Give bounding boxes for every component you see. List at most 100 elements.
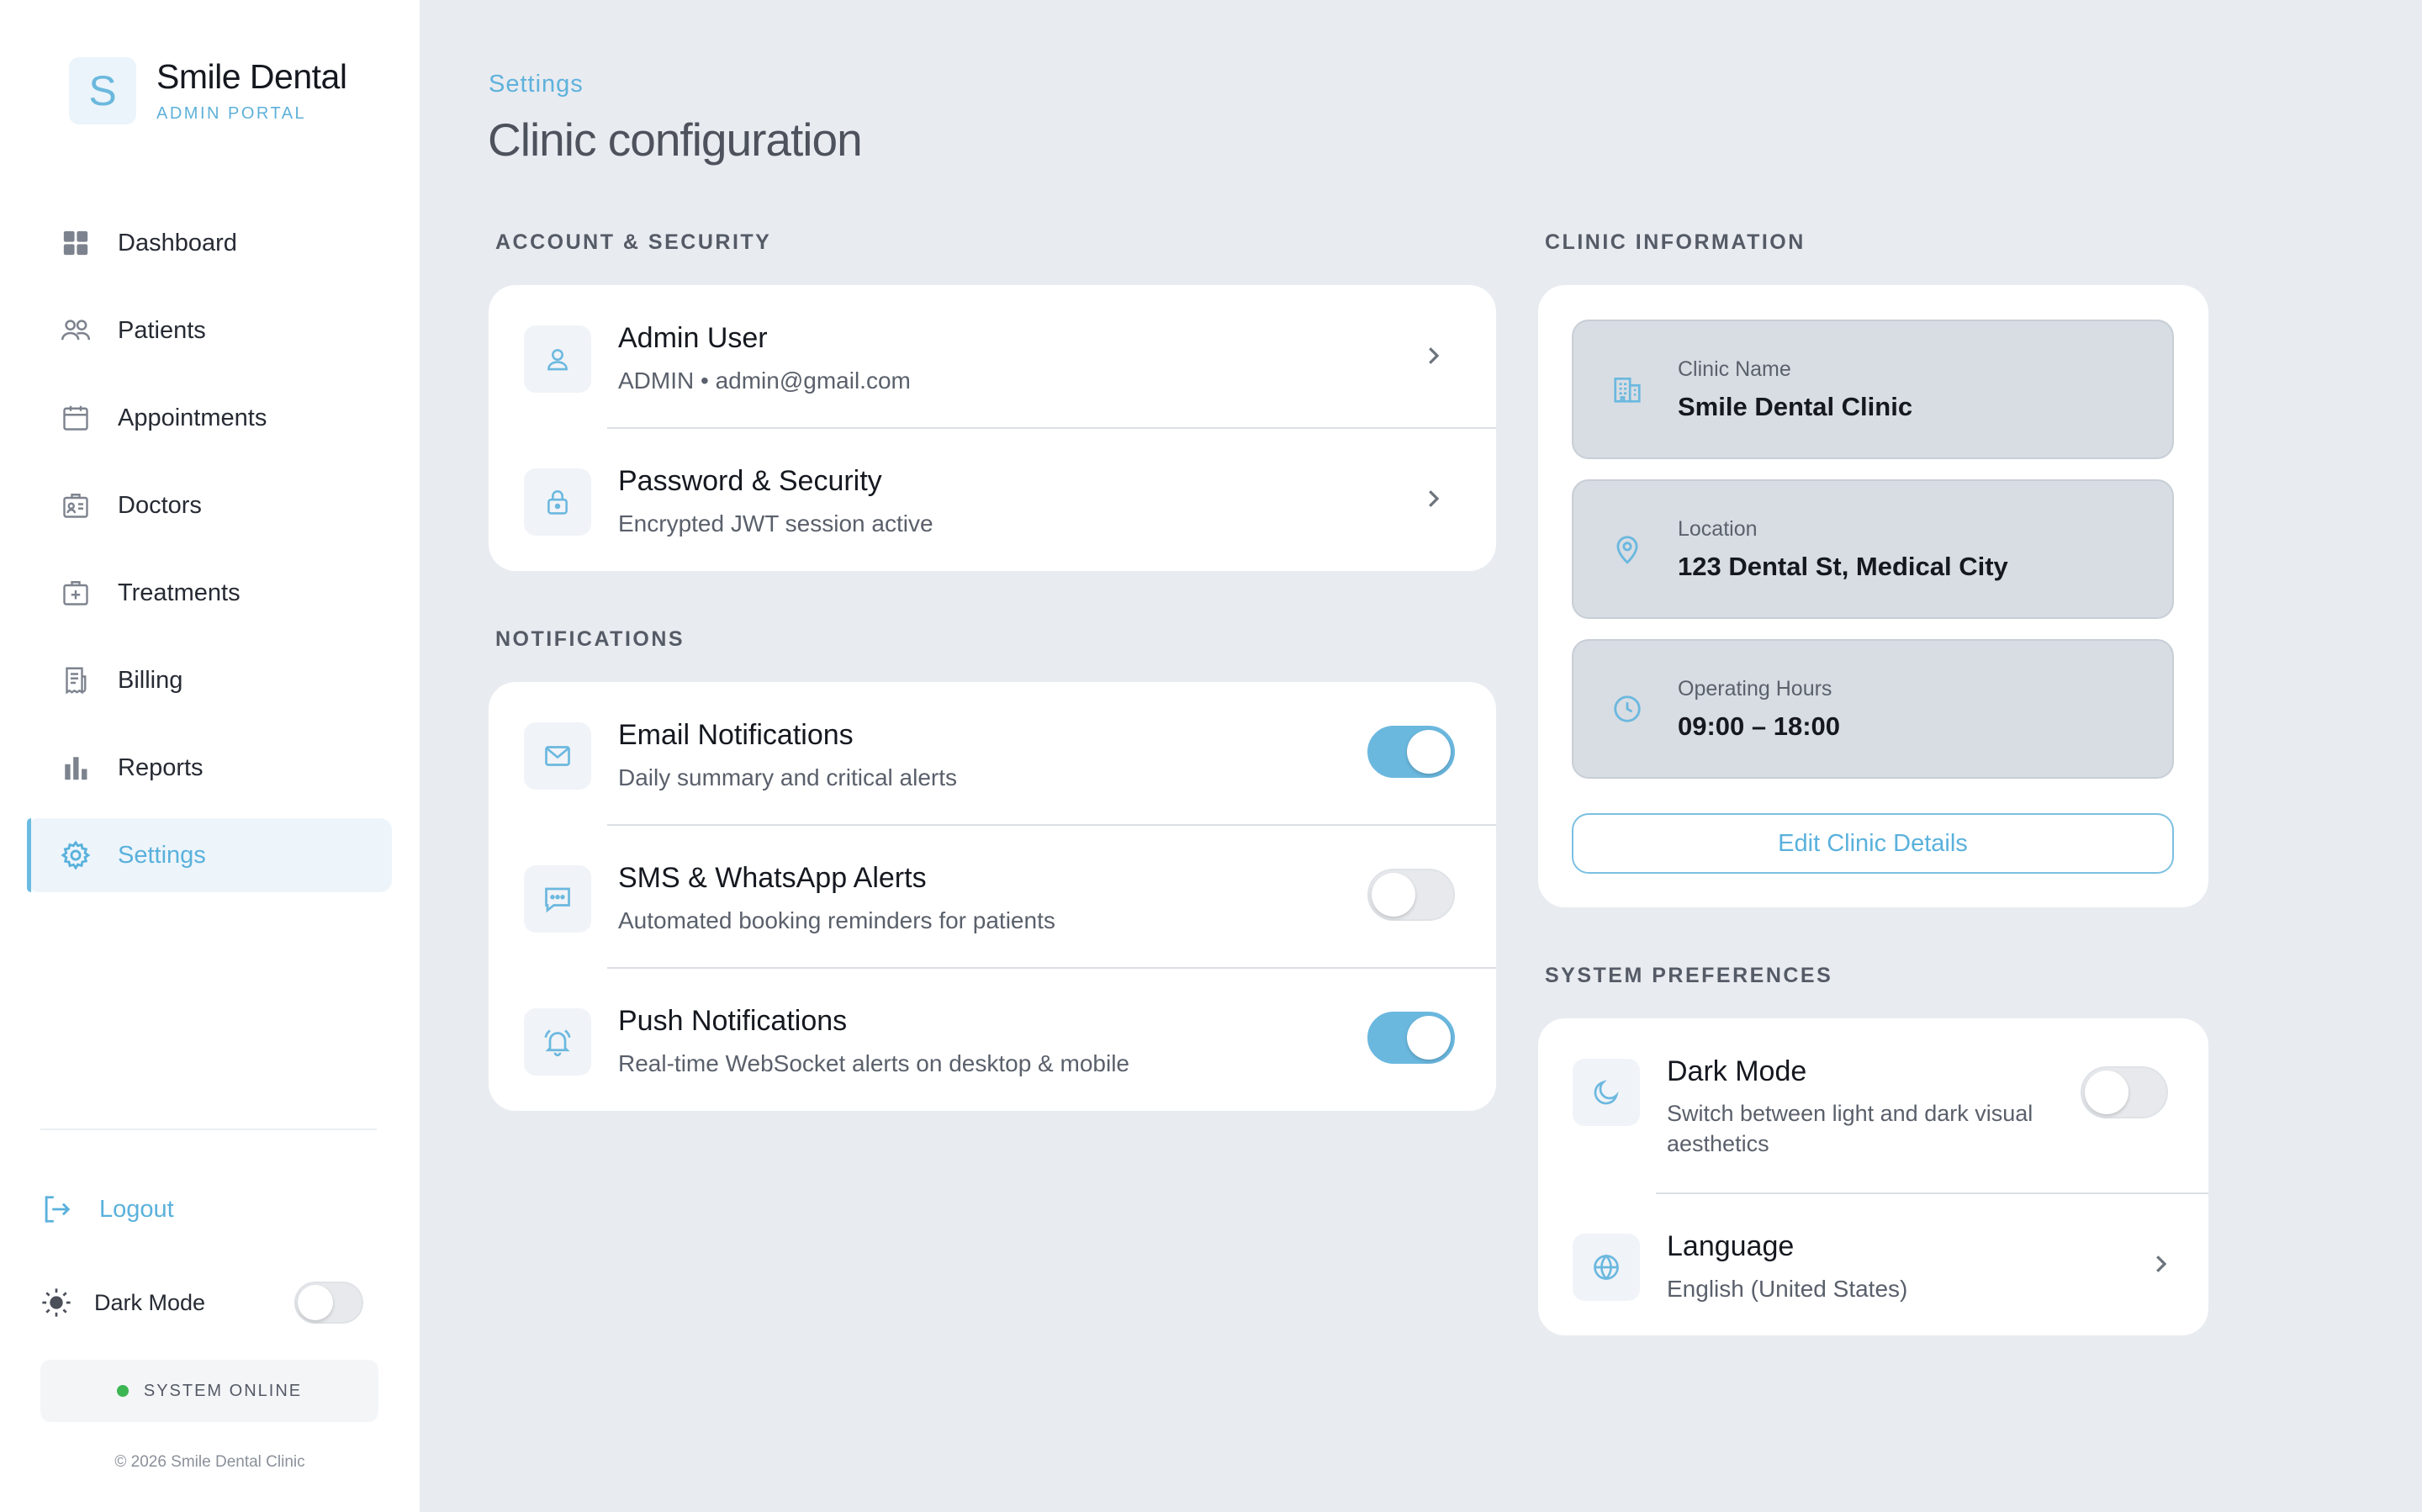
language-row[interactable]: Language English (United States) — [1538, 1230, 2208, 1305]
sidebar-item-treatments[interactable]: Treatments — [27, 556, 392, 630]
brand-logo: S — [69, 57, 136, 124]
clinic-info-card: Clinic Name Smile Dental Clinic Location… — [1538, 285, 2208, 907]
moon-icon — [1573, 1059, 1640, 1126]
sidebar-item-patients[interactable]: Patients — [27, 293, 392, 367]
chevron-right-icon — [2148, 1249, 2173, 1279]
row-title: Password & Security — [618, 465, 882, 497]
row-title: Language — [1667, 1230, 1795, 1262]
notifications-card: Email Notifications Daily summary and cr… — [489, 682, 1496, 1111]
sidebar-item-label: Reports — [118, 753, 204, 781]
row-divider — [607, 967, 1496, 969]
field-label: Clinic Name — [1678, 357, 1791, 381]
sms-whatsapp-row: SMS & WhatsApp Alerts Automated booking … — [489, 862, 1496, 937]
toggle-knob — [2085, 1071, 2129, 1114]
mail-icon — [524, 722, 591, 790]
sidebar-item-reports[interactable]: Reports — [27, 731, 392, 805]
medical-kit-icon — [59, 576, 93, 610]
bar-chart-icon — [59, 751, 93, 785]
brand[interactable]: S Smile Dental ADMIN PORTAL — [69, 56, 347, 124]
sidebar-item-label: Appointments — [118, 404, 267, 431]
sidebar-item-billing[interactable]: Billing — [27, 643, 392, 717]
brand-subtitle: ADMIN PORTAL — [156, 104, 307, 124]
users-icon — [59, 314, 93, 347]
sidebar-item-dashboard[interactable]: Dashboard — [27, 206, 392, 280]
page-title: Clinic configuration — [488, 114, 863, 166]
sidebar-item-label: Treatments — [118, 579, 241, 606]
field-label: Operating Hours — [1678, 676, 1832, 700]
preferences-card: Dark Mode Switch between light and dark … — [1538, 1018, 2208, 1335]
breadcrumb[interactable]: Settings — [489, 71, 584, 98]
sidebar-item-doctors[interactable]: Doctors — [27, 468, 392, 542]
email-notifications-toggle[interactable] — [1367, 726, 1455, 778]
row-divider — [607, 427, 1496, 429]
sidebar-dark-mode: Dark Mode — [40, 1282, 363, 1324]
row-subtitle: Automated booking reminders for patients — [618, 907, 1055, 933]
section-label-notifications: NOTIFICATIONS — [495, 627, 685, 651]
row-title: Push Notifications — [618, 1005, 848, 1037]
sidebar-nav: Dashboard Patients Appointments Doctors … — [27, 206, 392, 906]
row-subtitle: Switch between light and dark visual aes… — [1667, 1101, 2033, 1157]
id-card-icon — [59, 489, 93, 522]
section-label-clinic: CLINIC INFORMATION — [1545, 230, 1806, 254]
operating-hours-field: Operating Hours 09:00 – 18:00 — [1572, 639, 2174, 779]
clinic-name-field: Clinic Name Smile Dental Clinic — [1572, 320, 2174, 459]
sidebar-item-label: Billing — [118, 666, 183, 694]
sidebar-divider — [40, 1129, 377, 1130]
system-status: SYSTEM ONLINE — [40, 1360, 378, 1422]
dark-mode-label: Dark Mode — [94, 1289, 206, 1315]
sidebar-item-label: Dashboard — [118, 229, 237, 256]
chevron-right-icon — [1420, 341, 1446, 371]
row-title: Dark Mode — [1667, 1055, 1807, 1087]
location-field: Location 123 Dental St, Medical City — [1572, 479, 2174, 619]
bell-icon — [524, 1008, 591, 1076]
sidebar-item-settings[interactable]: Settings — [27, 818, 392, 892]
logout-icon — [40, 1192, 74, 1226]
row-title: Admin User — [618, 322, 768, 354]
sidebar-dark-mode-toggle[interactable] — [294, 1282, 363, 1324]
logout-button[interactable]: Logout — [40, 1192, 174, 1226]
account-card: Admin User ADMIN • admin@gmail.com Passw… — [489, 285, 1496, 571]
sidebar-item-label: Doctors — [118, 491, 202, 519]
row-title: SMS & WhatsApp Alerts — [618, 862, 927, 894]
dark-mode-toggle[interactable] — [2081, 1066, 2168, 1118]
building-icon — [1609, 373, 1646, 405]
edit-clinic-details-button[interactable]: Edit Clinic Details — [1572, 813, 2174, 874]
brand-name: Smile Dental — [156, 56, 347, 96]
grid-icon — [59, 226, 93, 260]
toggle-knob — [1407, 730, 1451, 774]
map-pin-icon — [1609, 533, 1646, 565]
status-text: SYSTEM ONLINE — [143, 1381, 303, 1400]
calendar-icon — [59, 401, 93, 435]
gear-icon — [59, 838, 93, 872]
admin-user-row[interactable]: Admin User ADMIN • admin@gmail.com — [489, 322, 1496, 397]
dark-mode-row: Dark Mode Switch between light and dark … — [1538, 1055, 2208, 1160]
sms-alerts-toggle[interactable] — [1367, 869, 1455, 921]
row-divider — [1656, 1192, 2208, 1194]
row-title: Email Notifications — [618, 719, 854, 751]
toggle-knob — [1407, 1016, 1451, 1060]
push-notifications-toggle[interactable] — [1367, 1012, 1455, 1064]
toggle-knob — [298, 1285, 333, 1320]
row-subtitle: Encrypted JWT session active — [618, 510, 933, 537]
copyright: © 2026 Smile Dental Clinic — [114, 1453, 305, 1471]
row-subtitle: Real-time WebSocket alerts on desktop & … — [618, 1050, 1129, 1076]
password-security-row[interactable]: Password & Security Encrypted JWT sessio… — [489, 465, 1496, 540]
toggle-knob — [1372, 873, 1415, 917]
sidebar-item-label: Patients — [118, 316, 206, 344]
row-subtitle: English (United States) — [1667, 1276, 1908, 1302]
row-subtitle: ADMIN • admin@gmail.com — [618, 367, 911, 394]
sidebar-item-label: Settings — [118, 841, 206, 869]
sidebar: S Smile Dental ADMIN PORTAL Dashboard Pa… — [0, 0, 420, 1512]
receipt-icon — [59, 663, 93, 697]
sidebar-item-appointments[interactable]: Appointments — [27, 381, 392, 455]
logout-label: Logout — [99, 1195, 174, 1223]
row-divider — [607, 824, 1496, 826]
field-value: 09:00 – 18:00 — [1678, 711, 1841, 741]
clock-icon — [1609, 693, 1646, 725]
chevron-right-icon — [1420, 484, 1446, 514]
user-icon — [524, 325, 591, 394]
section-label-preferences: SYSTEM PREFERENCES — [1545, 964, 1833, 987]
section-label-account: ACCOUNT & SECURITY — [495, 230, 772, 254]
field-label: Location — [1678, 516, 1758, 541]
lock-icon — [524, 468, 591, 537]
